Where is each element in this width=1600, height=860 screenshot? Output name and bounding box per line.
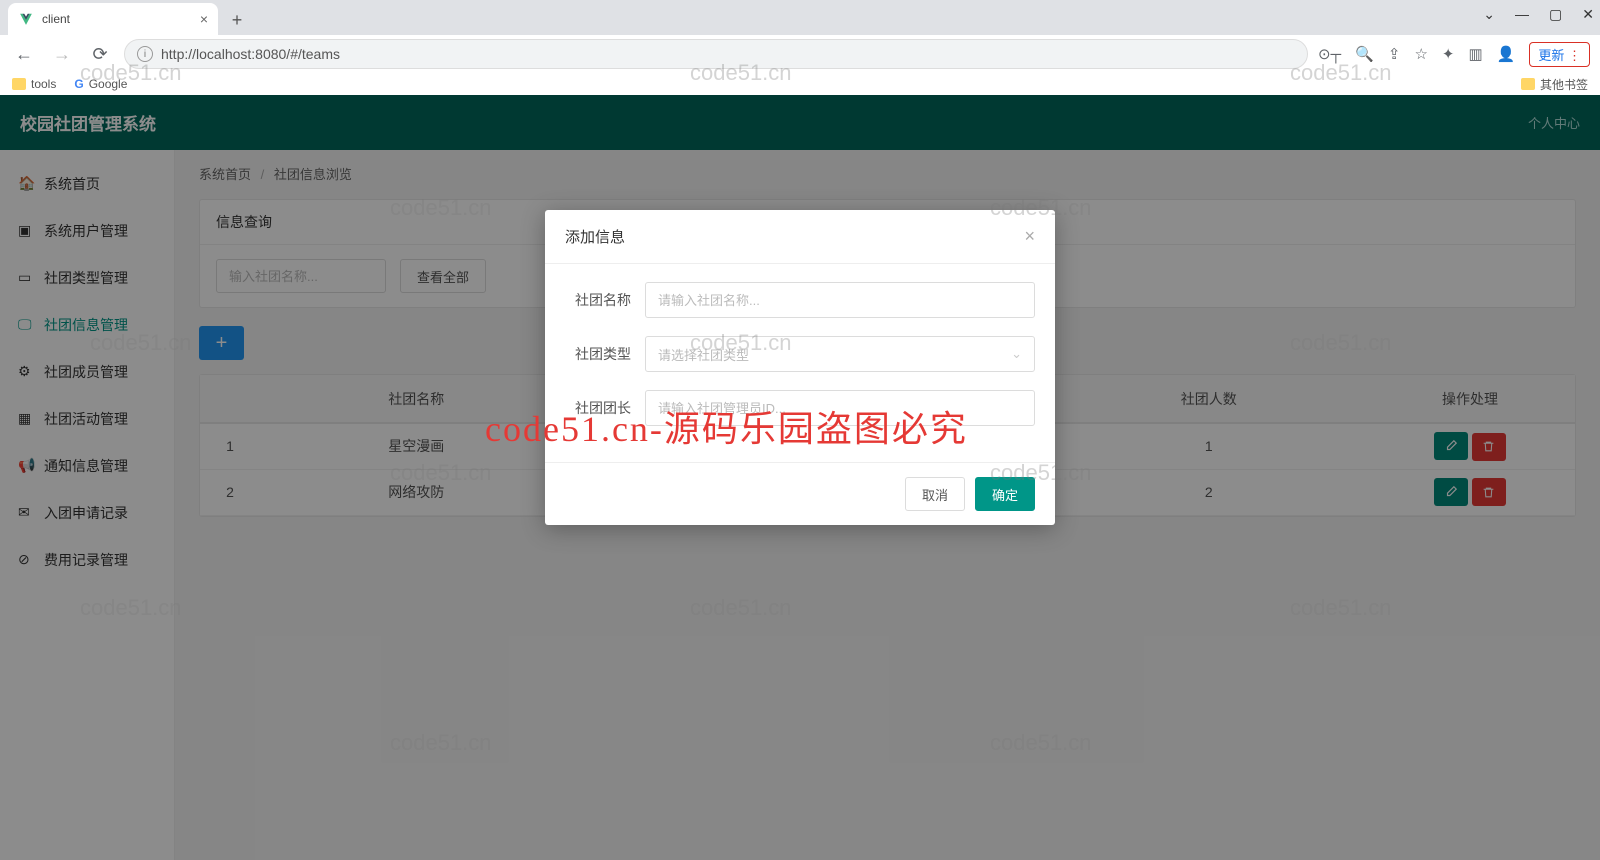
type-label: 社团类型 bbox=[565, 344, 645, 364]
chevron-down-icon: ⌄ bbox=[1011, 346, 1022, 362]
confirm-button[interactable]: 确定 bbox=[975, 477, 1035, 511]
name-label: 社团名称 bbox=[565, 290, 645, 310]
cancel-button[interactable]: 取消 bbox=[905, 477, 965, 511]
google-icon: G bbox=[74, 77, 83, 91]
zoom-icon[interactable]: 🔍 bbox=[1355, 45, 1374, 63]
key-icon[interactable]: ⊙┬ bbox=[1318, 45, 1341, 63]
browser-tab[interactable]: client × bbox=[8, 3, 218, 35]
profile-icon[interactable]: 👤 bbox=[1497, 45, 1516, 63]
modal-title: 添加信息 bbox=[565, 226, 625, 247]
forward-button[interactable]: → bbox=[48, 44, 76, 65]
bookmark-google[interactable]: GGoogle bbox=[74, 77, 127, 91]
vue-favicon-icon bbox=[18, 11, 34, 27]
window-minimize-icon[interactable]: — bbox=[1515, 6, 1529, 23]
url-text: http://localhost:8080/#/teams bbox=[161, 46, 340, 62]
modal-overlay: 添加信息 × 社团名称 社团类型 请选择社团类型 ⌄ 社团团长 取消 确定 bbox=[0, 95, 1600, 860]
modal-close-button[interactable]: × bbox=[1024, 226, 1035, 247]
new-tab-button[interactable]: + bbox=[222, 5, 252, 35]
folder-icon bbox=[1521, 78, 1535, 90]
bookmark-tools[interactable]: tools bbox=[12, 77, 56, 91]
extensions-icon[interactable]: ✦ bbox=[1442, 45, 1455, 63]
tab-strip: client × + bbox=[0, 0, 1600, 35]
bookmark-other[interactable]: 其他书签 bbox=[1521, 76, 1588, 93]
toolbar-actions: ⊙┬ 🔍 ⇪ ☆ ✦ ▥ 👤 更新 ⋮ bbox=[1318, 42, 1590, 67]
site-info-icon[interactable]: i bbox=[137, 46, 153, 62]
panel-icon[interactable]: ▥ bbox=[1468, 45, 1482, 63]
leader-label: 社团团长 bbox=[565, 398, 645, 418]
tab-close-icon[interactable]: × bbox=[200, 11, 208, 27]
team-leader-input[interactable] bbox=[645, 390, 1035, 426]
browser-toolbar: ← → ⟳ i http://localhost:8080/#/teams ⊙┬… bbox=[0, 35, 1600, 73]
bookmark-star-icon[interactable]: ☆ bbox=[1414, 45, 1427, 63]
window-maximize-icon[interactable]: ▢ bbox=[1549, 6, 1562, 23]
tab-title: client bbox=[42, 12, 70, 26]
window-caret-icon[interactable]: ⌄ bbox=[1483, 6, 1495, 23]
folder-icon bbox=[12, 78, 26, 90]
reload-button[interactable]: ⟳ bbox=[86, 44, 114, 65]
team-name-input[interactable] bbox=[645, 282, 1035, 318]
add-modal: 添加信息 × 社团名称 社团类型 请选择社团类型 ⌄ 社团团长 取消 确定 bbox=[545, 210, 1055, 525]
back-button[interactable]: ← bbox=[10, 44, 38, 65]
window-controls: ⌄ — ▢ ✕ bbox=[1483, 6, 1594, 23]
browser-chrome: ⌄ — ▢ ✕ client × + ← → ⟳ i http://localh… bbox=[0, 0, 1600, 95]
team-type-select[interactable]: 请选择社团类型 ⌄ bbox=[645, 336, 1035, 372]
bookmarks-bar: tools GGoogle 其他书签 bbox=[0, 73, 1600, 95]
window-close-icon[interactable]: ✕ bbox=[1582, 6, 1594, 23]
update-button[interactable]: 更新 ⋮ bbox=[1529, 42, 1590, 67]
address-bar[interactable]: i http://localhost:8080/#/teams bbox=[124, 39, 1308, 69]
share-icon[interactable]: ⇪ bbox=[1388, 45, 1401, 63]
